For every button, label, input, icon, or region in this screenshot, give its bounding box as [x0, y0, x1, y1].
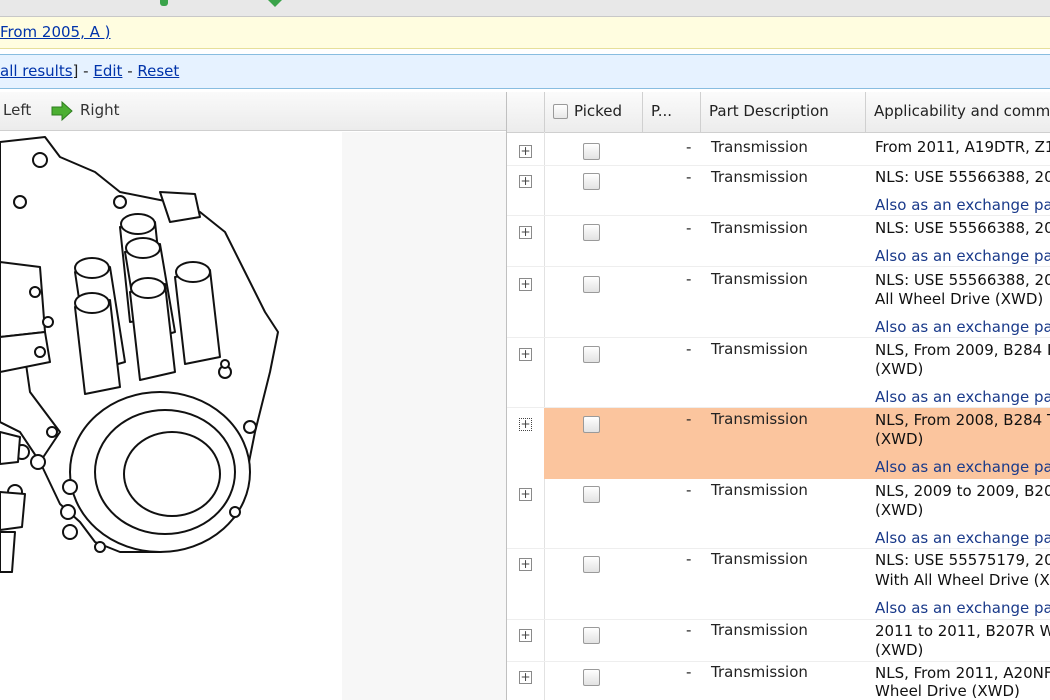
vehicle-notice-bar: From 2005, A )	[0, 17, 1050, 49]
part-description-cell: Transmission	[711, 168, 808, 186]
applicability-cell-line2: With All Wheel Drive (XV	[875, 571, 1050, 589]
picked-checkbox[interactable]	[583, 669, 600, 686]
position-cell: -	[686, 270, 692, 288]
applicability-cell-line2: All Wheel Drive (XWD)	[875, 290, 1044, 308]
table-row[interactable]: + - Transmission NLS: USE 55566388, 20 A…	[507, 267, 1050, 338]
expand-icon[interactable]: +	[519, 488, 532, 501]
part-description-cell: Transmission	[711, 410, 808, 428]
expand-icon[interactable]: +	[519, 671, 532, 684]
position-cell: -	[686, 663, 692, 681]
exchange-note: Also as an exchange pa	[875, 388, 1050, 406]
expand-icon[interactable]: +	[519, 348, 532, 361]
table-row-selected[interactable]: + - Transmission NLS, From 2008, B284 T …	[507, 408, 1050, 479]
column-header-applicability[interactable]: Applicability and comme	[865, 92, 1050, 132]
rotate-right-button[interactable]: Right	[80, 101, 120, 119]
applicability-cell: NLS: USE 55566388, 20	[875, 271, 1050, 289]
edit-link[interactable]: Edit	[93, 62, 122, 80]
position-cell: -	[686, 138, 692, 156]
expand-icon[interactable]: +	[519, 558, 532, 571]
table-row[interactable]: + - Transmission NLS: USE 55575179, 20 W…	[507, 549, 1050, 620]
position-cell: -	[686, 550, 692, 568]
transmission-illustration[interactable]	[0, 132, 340, 700]
illustration-panel: Left Right	[0, 92, 507, 700]
table-row[interactable]: + - Transmission NLS, 2009 to 2009, B20 …	[507, 479, 1050, 549]
picked-checkbox[interactable]	[583, 346, 600, 363]
column-header-p[interactable]: P...	[642, 92, 700, 132]
table-row[interactable]: + - Transmission NLS, From 2011, A20NF W…	[507, 662, 1050, 700]
rotate-left-button[interactable]: Left	[3, 101, 31, 119]
applicability-cell: NLS, From 2009, B284 I	[875, 341, 1050, 359]
applicability-cell-line2: (XWD)	[875, 430, 924, 448]
expand-icon[interactable]: +	[519, 278, 532, 291]
table-row[interactable]: + - Transmission NLS: USE 55566388, 20 A…	[507, 166, 1050, 216]
viewer-toolbar: Left Right	[0, 92, 506, 131]
filter-actions: all results] - Edit - Reset	[0, 62, 180, 80]
applicability-cell: NLS: USE 55566388, 20	[875, 219, 1050, 237]
picked-checkbox[interactable]	[583, 143, 600, 160]
picked-checkbox[interactable]	[583, 276, 600, 293]
exchange-note: Also as an exchange pa	[875, 196, 1050, 214]
picked-checkbox[interactable]	[583, 416, 600, 433]
part-description-cell: Transmission	[711, 550, 808, 568]
top-toolbar	[0, 0, 1050, 17]
part-description-cell: Transmission	[711, 663, 808, 681]
green-toolbar-icon[interactable]	[160, 0, 168, 6]
expand-icon[interactable]: +	[519, 175, 532, 188]
applicability-cell: NLS, From 2008, B284 T	[875, 411, 1050, 429]
applicability-cell-line2: Wheel Drive (XWD)	[875, 682, 1020, 700]
reset-link[interactable]: Reset	[137, 62, 179, 80]
select-all-checkbox[interactable]	[553, 104, 568, 119]
position-cell: -	[686, 621, 692, 639]
part-description-cell: Transmission	[711, 270, 808, 288]
position-cell: -	[686, 219, 692, 237]
applicability-cell: 2011 to 2011, B207R W	[875, 622, 1050, 640]
position-cell: -	[686, 340, 692, 358]
picked-checkbox[interactable]	[583, 224, 600, 241]
applicability-cell: NLS: USE 55566388, 20	[875, 168, 1050, 186]
picked-checkbox[interactable]	[583, 486, 600, 503]
picked-checkbox[interactable]	[583, 627, 600, 644]
expand-icon[interactable]: +	[519, 226, 532, 239]
exchange-note: Also as an exchange pa	[875, 529, 1050, 547]
right-arrow-icon[interactable]	[50, 99, 74, 123]
grid-header: Picked P... Part Description Applicabili…	[507, 92, 1050, 133]
vehicle-link[interactable]: From 2005, A )	[0, 23, 111, 41]
applicability-cell: NLS, 2009 to 2009, B20	[875, 482, 1050, 500]
exchange-note: Also as an exchange pa	[875, 599, 1050, 617]
applicability-cell-line2: (XWD)	[875, 501, 924, 519]
part-description-cell: Transmission	[711, 219, 808, 237]
picked-checkbox[interactable]	[583, 173, 600, 190]
filter-bar: all results] - Edit - Reset	[0, 54, 1050, 89]
position-cell: -	[686, 481, 692, 499]
part-description-cell: Transmission	[711, 138, 808, 156]
parts-grid: Picked P... Part Description Applicabili…	[507, 92, 1050, 700]
applicability-cell: From 2011, A19DTR, Z1	[875, 138, 1050, 156]
part-description-cell: Transmission	[711, 621, 808, 639]
all-results-link[interactable]: all results	[0, 62, 73, 80]
column-header-picked[interactable]: Picked	[544, 92, 642, 132]
exchange-note: Also as an exchange pa	[875, 458, 1050, 476]
position-cell: -	[686, 410, 692, 428]
expand-icon[interactable]: +	[519, 145, 532, 158]
part-description-cell: Transmission	[711, 340, 808, 358]
applicability-cell: NLS, From 2011, A20NF	[875, 664, 1050, 682]
table-row[interactable]: + - Transmission 2011 to 2011, B207R W (…	[507, 620, 1050, 662]
column-header-part-description[interactable]: Part Description	[700, 92, 865, 132]
applicability-cell-line2: (XWD)	[875, 641, 924, 659]
picked-checkbox[interactable]	[583, 556, 600, 573]
exchange-note: Also as an exchange pa	[875, 247, 1050, 265]
table-row[interactable]: + - Transmission NLS, From 2009, B284 I …	[507, 338, 1050, 408]
table-row[interactable]: + - Transmission NLS: USE 55566388, 20 A…	[507, 216, 1050, 267]
applicability-cell-line2: (XWD)	[875, 360, 924, 378]
table-row[interactable]: + - Transmission From 2011, A19DTR, Z1	[507, 132, 1050, 166]
expand-icon[interactable]: +	[519, 418, 532, 431]
exchange-note: Also as an exchange pa	[875, 318, 1050, 336]
viewer-empty-area	[342, 132, 506, 700]
applicability-cell: NLS: USE 55575179, 20	[875, 551, 1050, 569]
position-cell: -	[686, 168, 692, 186]
green-down-arrow-icon[interactable]	[268, 0, 282, 7]
expand-icon[interactable]: +	[519, 629, 532, 642]
part-description-cell: Transmission	[711, 481, 808, 499]
expand-column-header	[507, 92, 544, 132]
